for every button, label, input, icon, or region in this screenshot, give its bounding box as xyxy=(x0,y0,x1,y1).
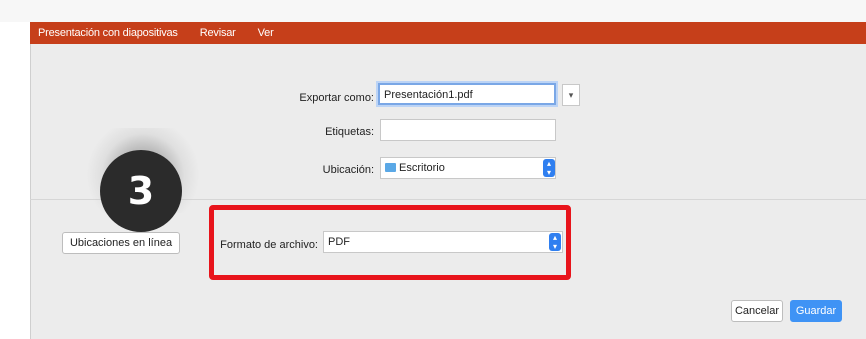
location-value: Escritorio xyxy=(399,162,445,174)
online-locations-button[interactable]: Ubicaciones en línea xyxy=(62,232,180,254)
location-select[interactable]: Escritorio xyxy=(380,157,556,179)
menubar: Presentación con diapositivas Revisar Ve… xyxy=(30,22,866,44)
menu-item-ver[interactable]: Ver xyxy=(258,27,274,39)
expand-dialog-button[interactable]: ▾ xyxy=(562,84,580,106)
step-number-badge: 3 xyxy=(100,150,182,232)
tags-label: Etiquetas: xyxy=(325,126,374,138)
save-button[interactable]: Guardar xyxy=(790,300,842,322)
tags-input[interactable] xyxy=(380,119,556,141)
menu-item-revisar[interactable]: Revisar xyxy=(200,27,236,39)
folder-icon xyxy=(385,163,396,172)
window-top-strip xyxy=(0,0,866,22)
annotation-highlight-box xyxy=(209,205,571,280)
location-label: Ubicación: xyxy=(322,164,374,176)
cancel-button[interactable]: Cancelar xyxy=(731,300,783,322)
export-as-input[interactable]: Presentación1.pdf xyxy=(378,83,556,105)
export-as-label: Exportar como: xyxy=(299,92,374,104)
menu-item-presentacion[interactable]: Presentación con diapositivas xyxy=(38,27,178,39)
location-stepper-icon[interactable]: ▴ ▾ xyxy=(543,159,555,177)
chevron-down-icon: ▾ xyxy=(568,90,574,100)
